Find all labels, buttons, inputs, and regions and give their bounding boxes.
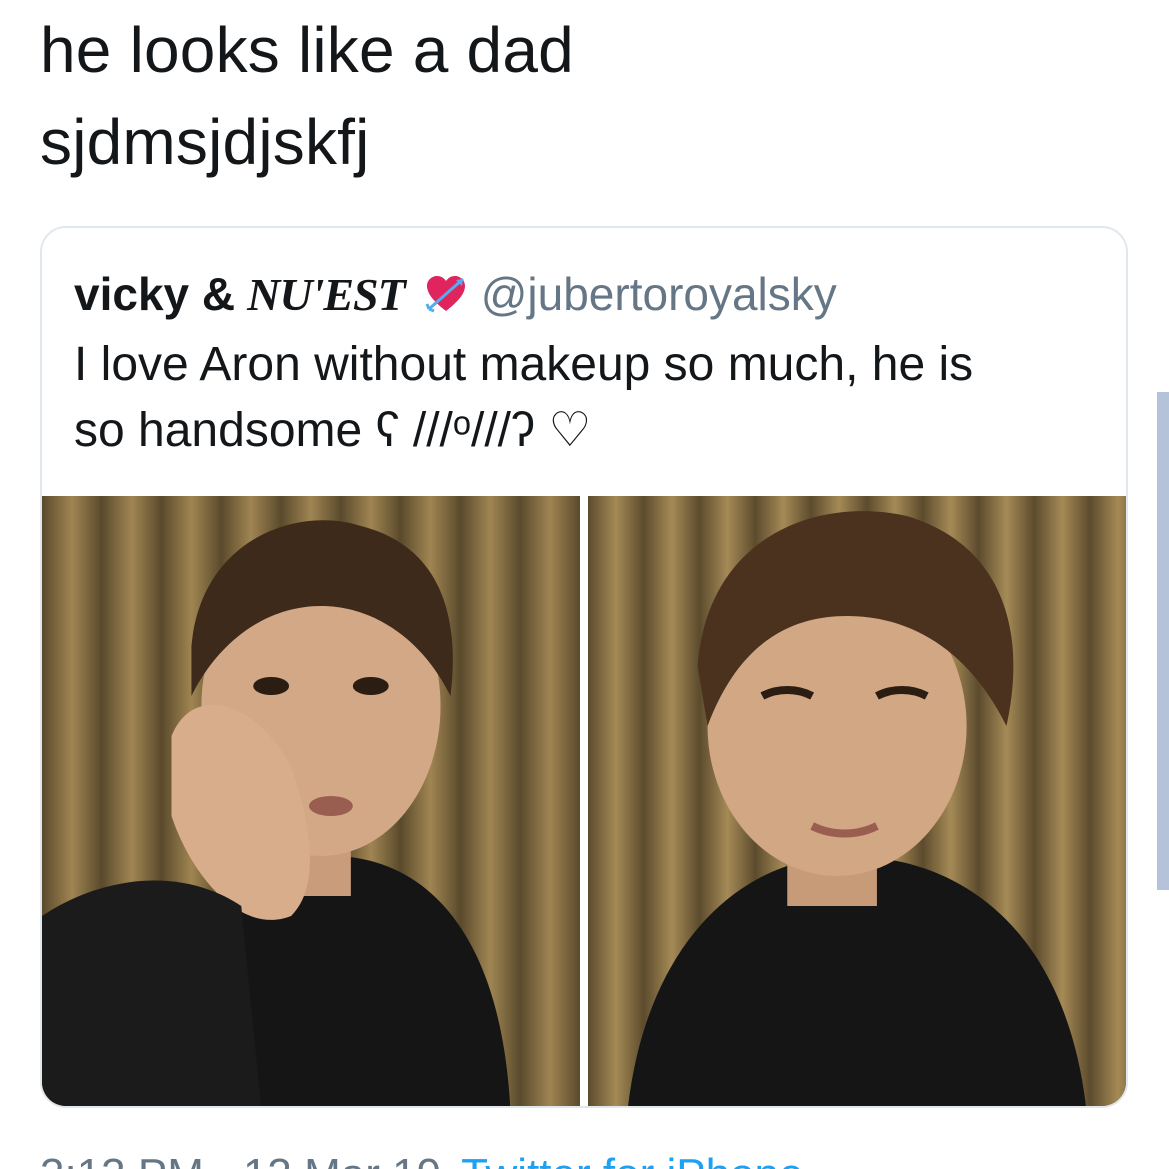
source-link[interactable]: Twitter for iPhone [461, 1150, 803, 1169]
quoted-tweet-card[interactable]: vicky & NU'EST @jubertoroyalsky I love Ar… [40, 226, 1128, 1108]
display-name[interactable]: vicky & NU'EST [74, 267, 406, 321]
quoted-tweet-text-line-1: I love Aron without makeup so much, he i… [74, 338, 974, 391]
scrollbar-thumb[interactable] [1157, 392, 1169, 890]
quoted-tweet-text-line-2: so handsome ʕ ///ᵒ///ʔ ♡ [74, 404, 592, 457]
heart-with-arrow-icon [423, 271, 469, 317]
tweet-text-line-2: sjdmsjdjskfj [40, 106, 370, 178]
quoted-tweet-text: I love Aron without makeup so much, he i… [74, 332, 1114, 464]
media-photo-2[interactable] [588, 496, 1126, 1106]
timestamp: 3:13 PM · 13 Mar 19 [40, 1150, 441, 1169]
media-photo-1[interactable] [42, 496, 580, 1106]
display-name-group: NU'EST [247, 269, 406, 320]
tweet-footer: 3:13 PM · 13 Mar 19 Twitter for iPhone [40, 1150, 803, 1169]
photo-icon [42, 496, 580, 1106]
quoted-tweet-header: vicky & NU'EST @jubertoroyalsky [74, 264, 837, 324]
media-grid [42, 496, 1126, 1106]
screenshot: he looks like a dad sjdmsjdjskfj vicky &… [0, 0, 1169, 1169]
tweet-text-line-1: he looks like a dad [40, 14, 574, 86]
display-name-text: vicky & [74, 268, 236, 320]
user-handle[interactable]: @jubertoroyalsky [481, 267, 837, 321]
tweet-text: he looks like a dad sjdmsjdjskfj [40, 4, 1120, 188]
photo-icon [588, 496, 1126, 1106]
